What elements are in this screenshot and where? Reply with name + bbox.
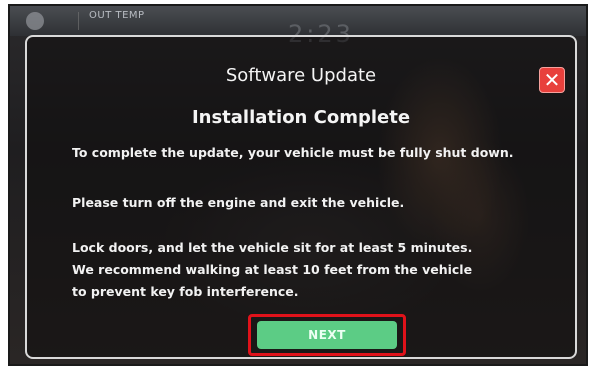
dialog-title: Software Update (225, 65, 377, 86)
dialog-subtitle: Installation Complete (191, 107, 411, 128)
next-button[interactable]: NEXT (257, 321, 397, 349)
message-line: We recommend walking at least 10 feet fr… (72, 262, 473, 277)
software-update-dialog: Software Update ✕ Installation Complete … (25, 35, 577, 359)
message-line: Lock doors, and let the vehicle sit for … (72, 240, 473, 255)
message-line: Please turn off the engine and exit the … (72, 195, 405, 210)
status-divider (78, 12, 79, 30)
gear-icon[interactable] (26, 12, 44, 30)
message-line: To complete the update, your vehicle mus… (72, 145, 514, 160)
out-temp-label: OUT TEMP (89, 10, 145, 21)
close-icon[interactable]: ✕ (539, 67, 565, 93)
message-line: to prevent key fob interference. (72, 284, 299, 299)
infotainment-screen: OUT TEMP 2:23 Software Update ✕ Installa… (8, 4, 588, 366)
status-bar: OUT TEMP 2:23 (10, 6, 586, 48)
